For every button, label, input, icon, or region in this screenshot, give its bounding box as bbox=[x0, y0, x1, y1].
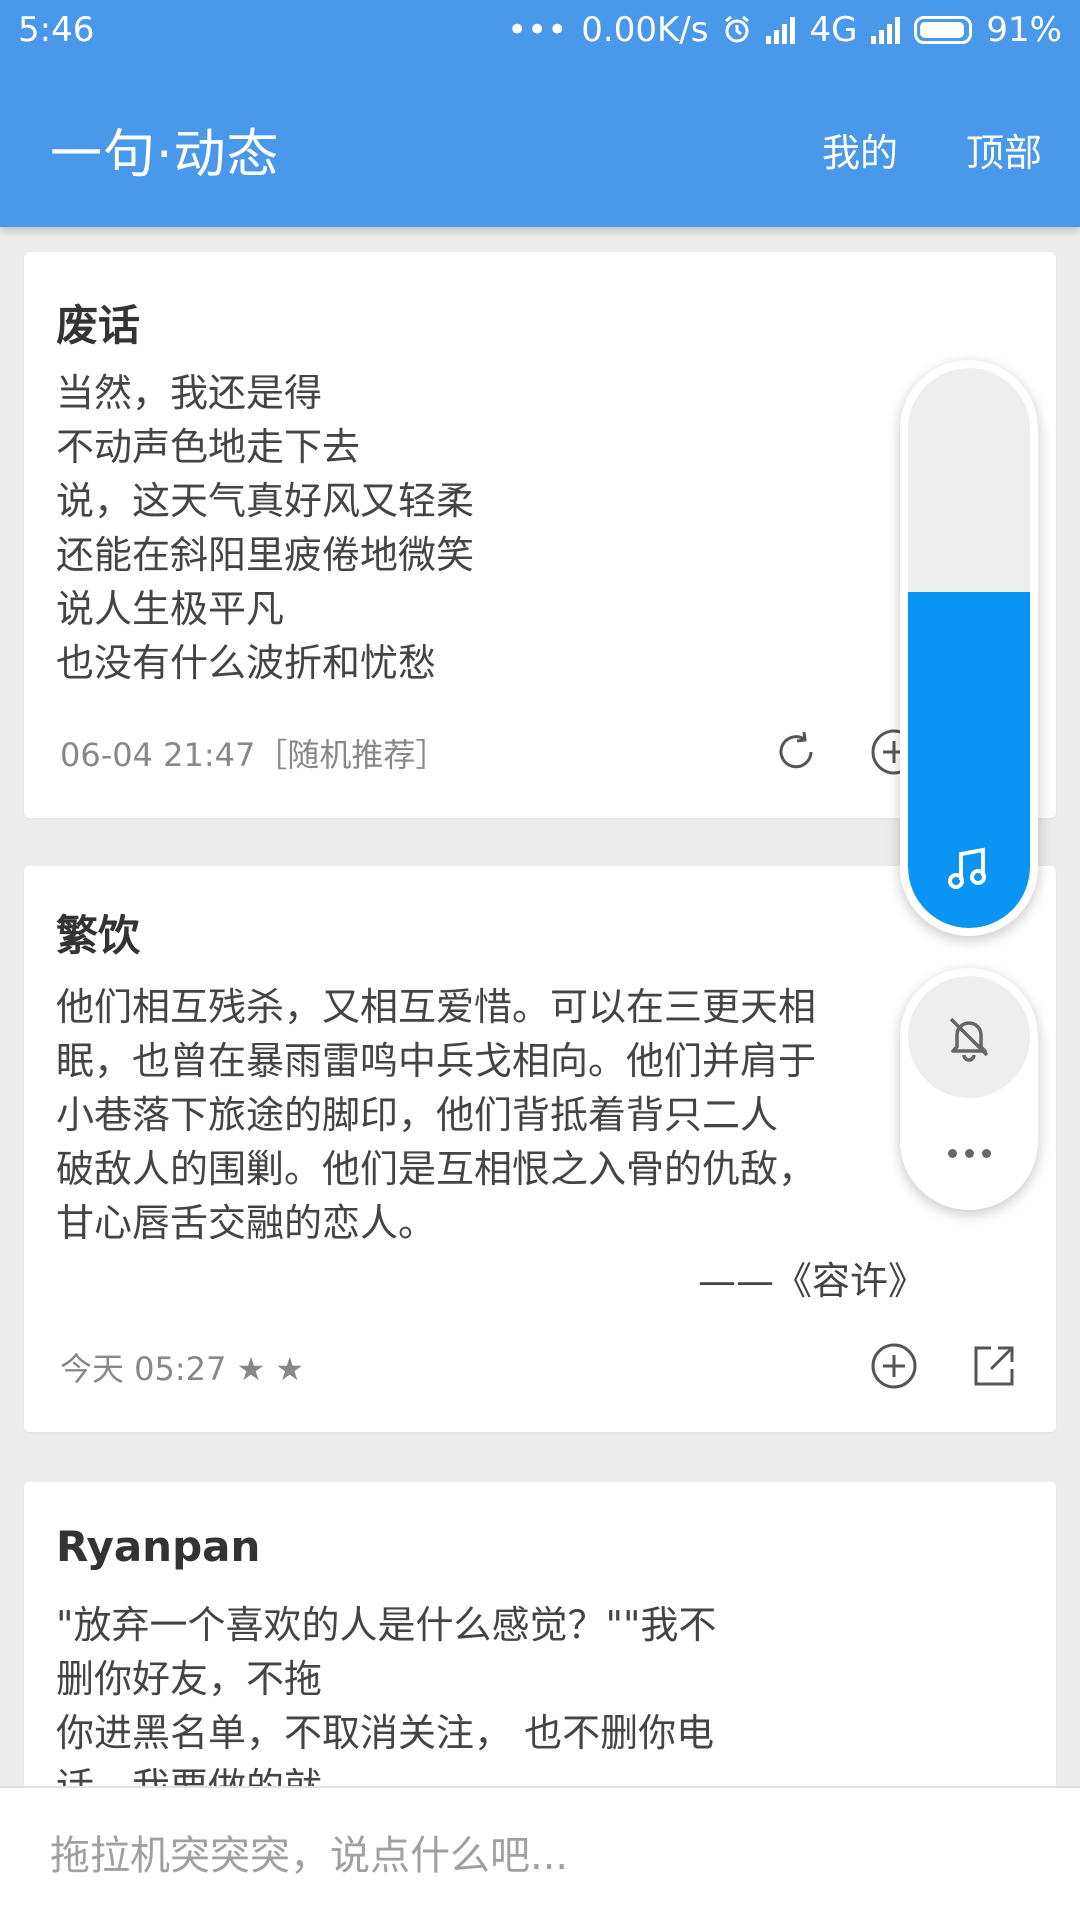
volume-fill bbox=[908, 592, 1030, 928]
app-bar: 5:46 ••• 0.00K/s 4G 91% 一句·动态 我的 顶部 bbox=[0, 0, 1080, 227]
post-meta: 06-04 21:47［随机推荐］ bbox=[60, 736, 448, 774]
post-author[interactable]: Ryanpan bbox=[56, 1522, 260, 1571]
notification-dots-icon: ••• bbox=[507, 10, 568, 50]
nav-mine-button[interactable]: 我的 bbox=[822, 122, 898, 177]
share-icon[interactable] bbox=[968, 1340, 1020, 1392]
post-text: 他们相互残杀，又相互爱惜。可以在三更天相 眠，也曾在暴雨雷鸣中兵戈相向。他们并肩… bbox=[56, 985, 817, 1245]
battery-icon bbox=[914, 16, 973, 44]
alarm-icon bbox=[722, 15, 752, 45]
add-icon[interactable] bbox=[868, 1340, 920, 1392]
post-author[interactable]: 废话 bbox=[56, 292, 140, 353]
comment-input[interactable] bbox=[50, 1816, 1030, 1896]
refresh-icon[interactable] bbox=[770, 726, 822, 778]
network-type: 4G bbox=[809, 10, 858, 50]
post-meta: 今天 05:27 ★ ★ bbox=[60, 1350, 305, 1388]
nav-top-button[interactable]: 顶部 bbox=[966, 122, 1042, 177]
battery-percent: 91% bbox=[986, 10, 1062, 50]
page-title: 一句·动态 bbox=[50, 125, 280, 185]
signal-icon-2 bbox=[871, 16, 901, 44]
status-icons: ••• 0.00K/s 4G 91% bbox=[507, 10, 1062, 50]
more-icon[interactable] bbox=[908, 1108, 1030, 1198]
bell-off-icon bbox=[949, 1017, 989, 1062]
volume-slider[interactable] bbox=[900, 360, 1038, 936]
post-text: 当然，我还是得 不动声色地走下去 说，这天气真好风又轻柔 还能在斜阳里疲倦地微笑… bbox=[56, 371, 475, 685]
volume-track[interactable] bbox=[908, 368, 1030, 928]
comment-bar bbox=[0, 1786, 1080, 1920]
post-author[interactable]: 繁饮 bbox=[56, 902, 140, 963]
floating-menu bbox=[900, 968, 1038, 1210]
status-time: 5:46 bbox=[18, 10, 95, 50]
post-source: ——《容许》 bbox=[697, 1259, 926, 1303]
mute-button[interactable] bbox=[908, 976, 1030, 1098]
music-note-icon[interactable] bbox=[945, 844, 993, 892]
signal-icon bbox=[766, 16, 796, 44]
status-bar: 5:46 ••• 0.00K/s 4G 91% bbox=[0, 0, 1080, 62]
net-speed: 0.00K/s bbox=[581, 10, 709, 50]
